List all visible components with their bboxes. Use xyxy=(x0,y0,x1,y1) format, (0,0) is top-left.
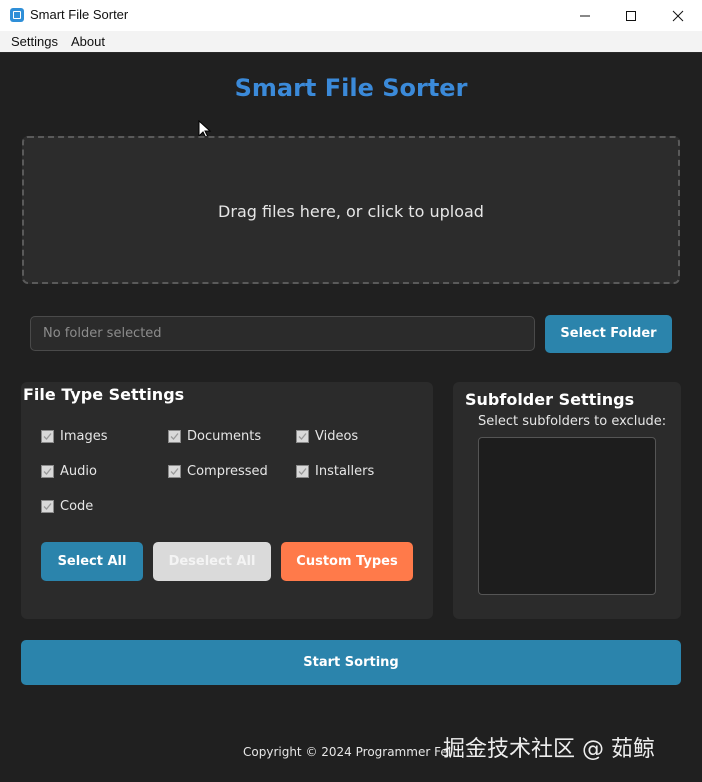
select-folder-button[interactable]: Select Folder xyxy=(545,315,672,353)
checkmark-icon xyxy=(170,433,179,440)
checkbox-label: Documents xyxy=(187,429,262,444)
checkmark-icon xyxy=(43,468,52,475)
menu-bar: Settings About xyxy=(0,31,702,53)
folder-path-field[interactable]: No folder selected xyxy=(30,316,535,351)
checkbox-box xyxy=(168,465,181,478)
checkmark-icon xyxy=(298,468,307,475)
checkbox-box xyxy=(41,500,54,513)
drop-zone-text: Drag files here, or click to upload xyxy=(218,202,484,221)
checkbox-label: Images xyxy=(60,429,108,444)
checkbox-label: Installers xyxy=(315,464,375,479)
checkbox-box xyxy=(168,430,181,443)
file-type-settings-heading: File Type Settings xyxy=(23,385,185,404)
checkmark-icon xyxy=(298,433,307,440)
title-bar[interactable]: Smart File Sorter xyxy=(0,0,702,32)
checkmark-icon xyxy=(170,468,179,475)
page-title: Smart File Sorter xyxy=(234,74,468,102)
minimize-icon xyxy=(580,15,590,17)
copyright-text: Copyright © 2024 Programmer Fei xyxy=(243,745,452,759)
file-type-settings-panel: File Type Settings Images Documents Vide… xyxy=(21,382,433,619)
close-button[interactable] xyxy=(655,0,701,31)
subfolder-settings-heading: Subfolder Settings xyxy=(465,390,635,409)
maximize-button[interactable] xyxy=(608,0,654,31)
checkbox-box xyxy=(41,465,54,478)
checkbox-label: Compressed xyxy=(187,464,268,479)
checkbox-label: Audio xyxy=(60,464,97,479)
checkbox-box xyxy=(296,430,309,443)
menu-about[interactable]: About xyxy=(71,34,105,49)
file-drop-zone[interactable]: Drag files here, or click to upload xyxy=(22,136,680,284)
checkmark-icon xyxy=(43,433,52,440)
custom-types-button[interactable]: Custom Types xyxy=(281,542,413,581)
subfolder-list[interactable] xyxy=(478,437,656,595)
close-icon xyxy=(672,10,684,22)
select-all-button[interactable]: Select All xyxy=(41,542,143,581)
maximize-icon xyxy=(626,11,636,21)
menu-settings[interactable]: Settings xyxy=(11,34,58,49)
deselect-all-button[interactable]: Deselect All xyxy=(153,542,271,581)
checkbox-label: Videos xyxy=(315,429,359,444)
app-icon xyxy=(10,8,24,22)
checkbox-box xyxy=(41,430,54,443)
app-window: Smart File Sorter Settings About Smart F… xyxy=(0,0,702,782)
window-title: Smart File Sorter xyxy=(30,7,129,22)
checkbox-box xyxy=(296,465,309,478)
watermark-text: 掘金技术社区 @ 茹鲸 xyxy=(443,737,655,762)
minimize-button[interactable] xyxy=(562,0,608,31)
subfolder-exclude-label: Select subfolders to exclude: xyxy=(478,414,667,429)
start-sorting-button[interactable]: Start Sorting xyxy=(21,640,681,685)
checkbox-label: Code xyxy=(60,499,94,514)
subfolder-settings-panel: Subfolder Settings Select subfolders to … xyxy=(453,382,681,619)
checkmark-icon xyxy=(43,503,52,510)
